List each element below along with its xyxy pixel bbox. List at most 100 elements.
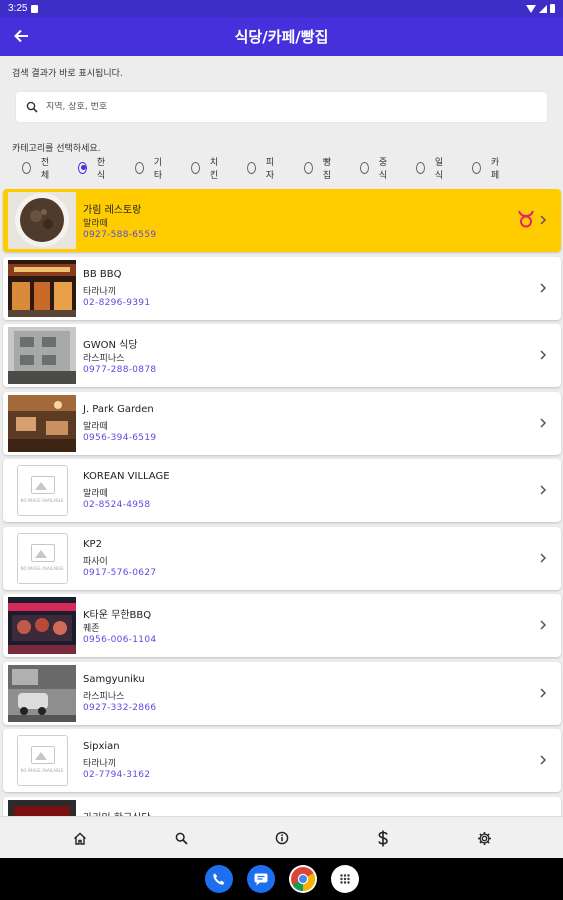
image-placeholder-icon [31, 544, 55, 562]
category-label: 전체 [40, 158, 50, 181]
search-hint: 검색 결과가 바로 표시됩니다. [12, 69, 123, 79]
category-radio-5[interactable]: 빵집 [304, 158, 334, 181]
no-image-label: NO IMAGE AVAILABLE [20, 768, 64, 773]
restaurant-card[interactable]: J. Park Garden 말라떼 0956-394-6519 [3, 392, 561, 455]
chevron-right-icon [540, 485, 547, 495]
restaurant-card[interactable]: 가리미 한국식당 [3, 797, 561, 816]
restaurant-phone[interactable]: 02-8524-4958 [83, 500, 150, 510]
messages-app-icon[interactable] [247, 865, 275, 893]
category-radio-2[interactable]: 기타 [135, 158, 165, 181]
restaurant-thumbnail [8, 327, 76, 384]
restaurant-region: 타라나끼 [83, 759, 117, 769]
restaurant-region: 라스피나스 [83, 354, 125, 364]
no-image-placeholder: NO IMAGE AVAILABLE [17, 735, 68, 786]
radio-button[interactable] [191, 162, 200, 174]
restaurant-card[interactable]: Samgyuniku 라스피나스 0927-332-2866 [3, 662, 561, 725]
restaurant-phone[interactable]: 02-7794-3162 [83, 770, 150, 780]
restaurant-phone[interactable]: 0956-394-6519 [83, 433, 156, 443]
category-radio-8[interactable]: 카페 [472, 158, 502, 181]
chevron-right-icon [540, 215, 547, 225]
search-box[interactable] [16, 92, 547, 122]
restaurant-region: 퀘존 [83, 624, 100, 634]
radio-button[interactable] [22, 162, 31, 174]
no-image-label: NO IMAGE AVAILABLE [20, 498, 64, 503]
restaurant-phone[interactable]: 0927-332-2866 [83, 703, 156, 713]
search-input[interactable] [46, 102, 496, 112]
info-icon[interactable] [273, 829, 291, 847]
restaurant-name: KP2 [83, 539, 102, 550]
restaurant-phone[interactable]: 0956-006-1104 [83, 635, 156, 645]
restaurant-phone[interactable]: 02-8296-9391 [83, 298, 150, 308]
radio-button[interactable] [416, 162, 425, 174]
restaurant-card[interactable]: 가림 레스토랑말라떼 0927-588-6559 [3, 189, 561, 252]
category-label: 치킨 [209, 158, 219, 181]
category-hint: 카테고리를 선택하세요. [12, 144, 101, 154]
wifi-icon [526, 4, 536, 13]
category-label: 카페 [490, 158, 500, 181]
restaurant-thumbnail [8, 260, 76, 317]
chrome-app-icon[interactable] [289, 865, 317, 893]
radio-button[interactable] [472, 162, 481, 174]
radio-button[interactable] [360, 162, 369, 174]
restaurant-card[interactable]: NO IMAGE AVAILABLE KP2 파사이 0917-576-0627 [3, 527, 561, 590]
home-icon[interactable] [71, 829, 89, 847]
back-arrow-icon[interactable] [10, 25, 32, 47]
radio-button[interactable] [247, 162, 256, 174]
chevron-right-icon [540, 283, 547, 293]
system-dock [0, 858, 563, 900]
restaurant-card[interactable]: GWON 식당라스피나스 0977-288-0878 [3, 324, 561, 387]
restaurant-phone[interactable]: 0927-588-6559 [83, 230, 156, 240]
search-nav-icon[interactable] [172, 829, 190, 847]
chevron-right-icon [540, 688, 547, 698]
chevron-right-icon [540, 755, 547, 765]
app-bar: 식당/카페/빵집 [0, 17, 563, 56]
category-radio-7[interactable]: 일식 [416, 158, 446, 181]
restaurant-card[interactable]: NO IMAGE AVAILABLE KOREAN VILLAGE 말라떼 02-85… [3, 459, 561, 522]
status-bar: 3:25 [0, 0, 563, 17]
dollar-icon[interactable] [374, 829, 392, 847]
restaurant-thumbnail [8, 192, 76, 249]
category-label: 빵집 [322, 158, 332, 181]
restaurant-region: 말라떼 [83, 422, 108, 432]
chevron-right-icon [540, 553, 547, 563]
category-radio-1[interactable]: 한식 [78, 158, 108, 181]
restaurant-name: 가리미 한국식당 [83, 809, 151, 816]
restaurant-region: 라스피나스 [83, 692, 125, 702]
phone-app-icon[interactable] [205, 865, 233, 893]
restaurant-region: 말라떼 [83, 219, 108, 229]
settings-icon[interactable] [475, 829, 493, 847]
restaurant-phone[interactable]: 0977-288-0878 [83, 365, 156, 375]
restaurant-thumbnail [8, 800, 76, 816]
restaurant-card[interactable]: NO IMAGE AVAILABLE Sipxian 타라나끼 02-7794-316… [3, 729, 561, 792]
restaurant-region: 타라나끼 [83, 287, 117, 297]
signal-icon [539, 4, 547, 13]
category-radio-6[interactable]: 중식 [360, 158, 390, 181]
app-drawer-icon[interactable] [331, 865, 359, 893]
category-label: 기타 [153, 158, 163, 181]
restaurant-name: 가림 레스토랑 [83, 205, 142, 216]
radio-button[interactable] [78, 162, 87, 174]
image-placeholder-icon [31, 476, 55, 494]
restaurant-name: Sipxian [83, 741, 120, 752]
category-label: 일식 [434, 158, 444, 181]
restaurant-thumbnail [8, 665, 76, 722]
restaurant-name: K타운 무한BBQ [83, 610, 152, 621]
restaurant-card[interactable]: BB BBQ 타라나끼 02-8296-9391 [3, 257, 561, 320]
category-radio-0[interactable]: 전체 [22, 158, 52, 181]
restaurant-phone[interactable]: 0917-576-0627 [83, 568, 156, 578]
category-radio-4[interactable]: 피자 [247, 158, 277, 181]
restaurant-name: GWON 식당 [83, 340, 138, 351]
bottom-nav [0, 816, 563, 858]
no-image-label: NO IMAGE AVAILABLE [20, 566, 64, 571]
chevron-right-icon [540, 350, 547, 360]
page-title: 식당/카페/빵집 [234, 28, 329, 46]
category-label: 한식 [96, 158, 106, 181]
radio-button[interactable] [304, 162, 313, 174]
restaurant-card[interactable]: K타운 무한BBQ 퀘존 0956-006-1104 [3, 594, 561, 657]
radio-button[interactable] [135, 162, 144, 174]
restaurant-region: 파사이 [83, 557, 108, 567]
category-radio-3[interactable]: 치킨 [191, 158, 221, 181]
restaurant-name: J. Park Garden [83, 404, 154, 415]
restaurant-name: Samgyuniku [83, 674, 145, 685]
chevron-right-icon [540, 620, 547, 630]
